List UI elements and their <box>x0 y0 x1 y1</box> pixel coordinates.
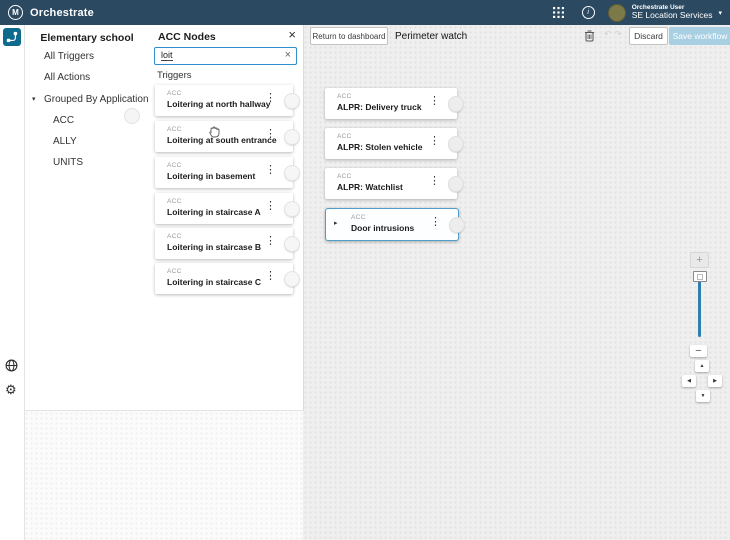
card-title: Loitering in basement <box>167 171 255 181</box>
kebab-menu-icon[interactable]: ⋮ <box>429 96 440 107</box>
node-title: ALPR: Stolen vehicle <box>337 142 423 152</box>
trigger-card[interactable]: ACC Loitering in staircase C ⋮ <box>155 263 293 294</box>
icon-rail: ⚙ <box>0 25 25 540</box>
connector-port[interactable] <box>284 93 300 109</box>
search-value: loit <box>161 51 173 62</box>
triggers-section-label: Triggers <box>157 70 192 81</box>
connector-port[interactable] <box>284 271 300 287</box>
apps-grid-icon[interactable] <box>553 7 564 18</box>
panel-underflow-area <box>24 411 303 540</box>
card-app-label: ACC <box>167 198 182 205</box>
library-item-units[interactable]: UNITS <box>53 157 83 168</box>
kebab-menu-icon[interactable]: ⋮ <box>265 201 276 212</box>
drag-cursor-badge-icon <box>124 108 140 124</box>
workflow-node[interactable]: ACC ALPR: Stolen vehicle ⋮ <box>325 128 457 159</box>
card-app-label: ACC <box>167 126 182 133</box>
workflow-canvas[interactable]: Return to dashboard Perimeter watch ↶ ↷ … <box>303 25 730 540</box>
connector-port[interactable] <box>449 217 465 233</box>
pan-down-button[interactable]: ▼ <box>696 390 710 402</box>
library-group-label[interactable]: Grouped By Application <box>44 94 149 105</box>
library-item-all-actions[interactable]: All Actions <box>44 72 90 83</box>
library-item-acc[interactable]: ACC <box>53 115 74 126</box>
clear-search-icon[interactable]: × <box>285 49 291 61</box>
workflow-name: Perimeter watch <box>395 31 467 42</box>
card-title: Loitering in staircase A <box>167 207 261 217</box>
trigger-card[interactable]: ACC Loitering in basement ⋮ <box>155 157 293 188</box>
user-avatar[interactable] <box>608 4 626 22</box>
motorola-logo-icon: M <box>8 5 23 20</box>
save-workflow-button[interactable]: Save workflow <box>669 27 730 45</box>
nodes-search-input[interactable]: loit × <box>154 47 297 65</box>
node-title: ALPR: Delivery truck <box>337 102 422 112</box>
node-title: Door intrusions <box>351 223 414 233</box>
redo-icon: ↷ <box>614 30 622 39</box>
library-title: Elementary school <box>24 32 150 44</box>
kebab-menu-icon[interactable]: ⋮ <box>265 93 276 104</box>
workflows-tool-icon[interactable] <box>3 28 21 46</box>
pan-up-button[interactable]: ▲ <box>695 360 709 372</box>
card-title: Loitering at south entrance <box>167 135 277 145</box>
trigger-card[interactable]: ACC Loitering at north hallway ⋮ <box>155 85 293 116</box>
return-to-dashboard-button[interactable]: Return to dashboard <box>310 27 388 45</box>
connector-port[interactable] <box>448 96 464 112</box>
user-menu-caret-icon[interactable]: ▾ <box>718 9 722 17</box>
node-title: ALPR: Watchlist <box>337 182 403 192</box>
workflow-node[interactable]: ACC ALPR: Delivery truck ⋮ <box>325 88 457 119</box>
kebab-menu-icon[interactable]: ⋮ <box>265 236 276 247</box>
workflow-node-selected[interactable]: ▸ ACC Door intrusions ⋮ <box>325 208 459 241</box>
trigger-card[interactable]: ACC Loitering in staircase A ⋮ <box>155 193 293 224</box>
pan-left-button[interactable]: ◀ <box>682 375 696 387</box>
expand-node-icon[interactable]: ▸ <box>334 219 338 227</box>
app-root: M Orchestrate i Orchestrate User SE Loca… <box>0 0 730 540</box>
user-org: SE Location Services <box>632 11 713 21</box>
workflow-node[interactable]: ACC ALPR: Watchlist ⋮ <box>325 168 457 199</box>
kebab-menu-icon[interactable]: ⋮ <box>265 165 276 176</box>
trigger-card[interactable]: ACC Loitering at south entrance ⋮ <box>155 121 293 152</box>
zoom-out-button[interactable]: − <box>690 345 707 357</box>
kebab-menu-icon[interactable]: ⋮ <box>430 217 441 228</box>
close-panel-icon[interactable]: × <box>288 27 296 42</box>
zoom-slider-handle[interactable] <box>693 271 707 282</box>
connector-port[interactable] <box>448 136 464 152</box>
group-collapse-caret-icon[interactable]: ▾ <box>32 95 36 103</box>
pan-right-button[interactable]: ▶ <box>708 375 722 387</box>
nodes-panel: ACC Nodes × loit × Triggers ACC Loiterin… <box>150 25 304 411</box>
card-title: Loitering at north hallway <box>167 99 270 109</box>
trigger-card[interactable]: ACC Loitering in staircase B ⋮ <box>155 228 293 259</box>
undo-icon: ↶ <box>604 30 612 39</box>
library-panel: Elementary school All Triggers All Actio… <box>24 25 151 411</box>
node-app-label: ACC <box>337 93 352 100</box>
card-app-label: ACC <box>167 90 182 97</box>
card-title: Loitering in staircase C <box>167 277 261 287</box>
connector-port[interactable] <box>284 236 300 252</box>
connector-port[interactable] <box>284 201 300 217</box>
app-title: Orchestrate <box>30 7 94 19</box>
card-title: Loitering in staircase B <box>167 242 261 252</box>
library-item-ally[interactable]: ALLY <box>53 136 77 147</box>
card-app-label: ACC <box>167 233 182 240</box>
settings-gear-icon[interactable]: ⚙ <box>5 383 17 396</box>
kebab-menu-icon[interactable]: ⋮ <box>265 271 276 282</box>
globe-icon[interactable] <box>5 359 18 377</box>
user-block[interactable]: Orchestrate User SE Location Services <box>632 4 713 21</box>
connector-port[interactable] <box>284 165 300 181</box>
node-app-label: ACC <box>351 214 366 221</box>
card-app-label: ACC <box>167 268 182 275</box>
top-bar: M Orchestrate i Orchestrate User SE Loca… <box>0 0 730 25</box>
zoom-in-button[interactable]: + <box>690 252 709 268</box>
info-icon[interactable]: i <box>582 6 595 19</box>
connector-port[interactable] <box>284 129 300 145</box>
nodes-panel-title: ACC Nodes <box>158 31 216 43</box>
delete-trash-icon[interactable] <box>584 29 595 47</box>
card-app-label: ACC <box>167 162 182 169</box>
kebab-menu-icon[interactable]: ⋮ <box>429 136 440 147</box>
library-item-all-triggers[interactable]: All Triggers <box>44 51 94 62</box>
connector-port[interactable] <box>448 176 464 192</box>
kebab-menu-icon[interactable]: ⋮ <box>265 129 276 140</box>
node-app-label: ACC <box>337 133 352 140</box>
node-app-label: ACC <box>337 173 352 180</box>
discard-button[interactable]: Discard <box>629 27 668 45</box>
kebab-menu-icon[interactable]: ⋮ <box>429 176 440 187</box>
